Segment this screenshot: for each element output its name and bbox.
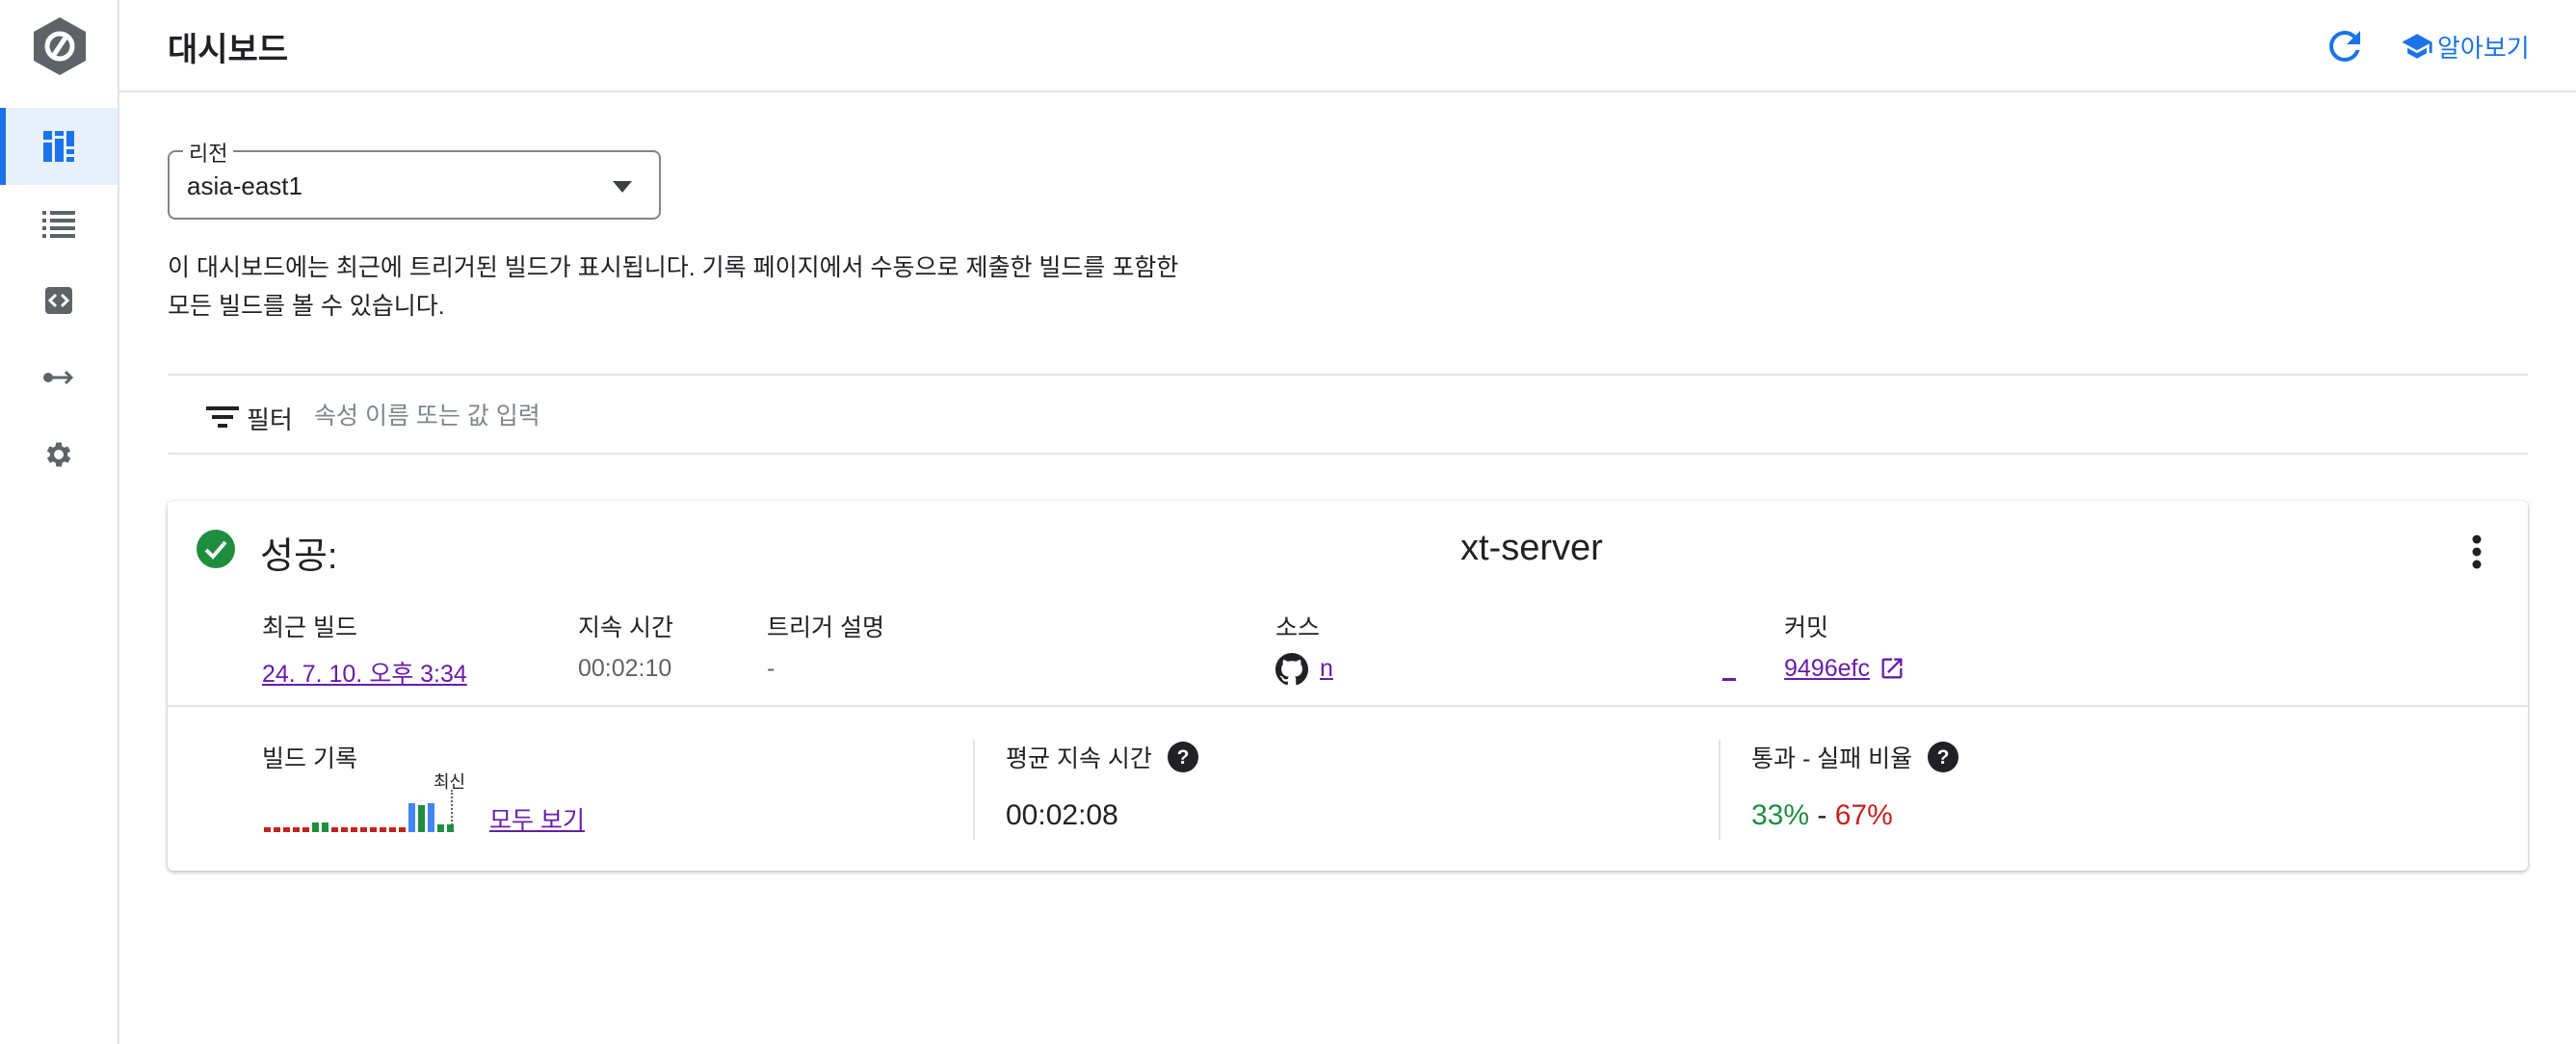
pass-fail-label: 통과 - 실패 비율 <box>1751 745 1913 772</box>
graduation-cap-icon <box>2402 34 2432 59</box>
page-title: 대시보드 <box>168 32 289 68</box>
history-bar-fail[interactable] <box>389 827 396 832</box>
history-bar-fail[interactable] <box>264 827 271 832</box>
history-bar-fail[interactable] <box>380 827 386 832</box>
commit-header: 커밋 <box>1784 614 1829 641</box>
triggers-icon <box>45 287 72 314</box>
cloud-build-logo-icon[interactable] <box>31 15 89 77</box>
open-in-new-icon[interactable] <box>1879 655 1906 682</box>
history-bar-success[interactable] <box>418 805 425 832</box>
settings-icon <box>46 442 71 467</box>
duration-header: 지속 시간 <box>578 614 673 641</box>
avg-duration-label: 평균 지속 시간 <box>1006 745 1152 772</box>
avg-duration-value: 00:02:08 <box>1006 799 1118 831</box>
repositories-icon <box>43 370 74 385</box>
more-options-button[interactable] <box>2455 530 2499 574</box>
trigger-description-header: 트리거 설명 <box>767 614 884 641</box>
refresh-icon <box>2328 30 2360 62</box>
nav-history[interactable] <box>0 185 118 262</box>
svg-text:?: ? <box>1176 746 1189 769</box>
learn-label: 알아보기 <box>2437 33 2530 63</box>
nav-repositories[interactable] <box>0 339 118 416</box>
source-repo-link[interactable]: n <box>1320 655 1333 683</box>
card-divider <box>168 705 2528 707</box>
history-bar-fail[interactable] <box>293 827 300 832</box>
duration-value: 00:02:10 <box>578 655 672 682</box>
region-select[interactable]: 리전 asia-east1 <box>168 137 661 220</box>
refresh-button[interactable] <box>2322 23 2368 69</box>
history-bar-success[interactable] <box>322 822 329 832</box>
stats-divider-1 <box>973 740 975 840</box>
filter-bar: 필터 <box>168 374 2528 455</box>
filter-input[interactable] <box>314 395 892 437</box>
region-value: asia-east1 <box>187 171 302 200</box>
history-bar-running[interactable] <box>428 803 434 832</box>
filter-label: 필터 <box>247 405 293 434</box>
pass-fail-ratio: 33% - 67% <box>1751 799 1893 832</box>
build-history-sparkline[interactable] <box>262 790 464 832</box>
history-bar-fail[interactable] <box>370 827 377 832</box>
fail-percent: 67% <box>1834 799 1893 831</box>
stats-divider-2 <box>1719 740 1721 840</box>
latest-build-header: 최근 빌드 <box>262 614 357 641</box>
source-branch-link[interactable]: _ <box>1722 655 1736 683</box>
success-check-icon <box>197 530 235 568</box>
history-bar-fail[interactable] <box>283 827 290 832</box>
history-bar-fail[interactable] <box>399 827 406 832</box>
avg-duration-header: 평균 지속 시간 ? <box>1006 740 1198 774</box>
nav-dashboard[interactable] <box>0 108 118 185</box>
latest-build-link[interactable]: 24. 7. 10. 오후 3:34 <box>262 655 467 690</box>
dashboard-icon <box>43 131 74 162</box>
history-list-icon <box>42 211 75 238</box>
history-bar-success[interactable] <box>447 824 454 832</box>
history-bar-success[interactable] <box>312 822 319 832</box>
trigger-card: 성공: xt-server 최근 빌드 24. 7. 10. 오후 3:34 지… <box>168 501 2528 871</box>
side-nav <box>0 0 119 1044</box>
nav-triggers[interactable] <box>0 262 118 339</box>
build-status: 성공: <box>260 536 338 577</box>
history-bar-fail[interactable] <box>331 827 338 832</box>
chevron-down-icon <box>613 181 632 193</box>
history-bar-fail[interactable] <box>302 827 309 832</box>
page-header: 대시보드 알아보기 <box>119 0 2576 92</box>
description-line-1: 이 대시보드에는 최근에 트리거된 빌드가 표시됩니다. 기록 페이지에서 수동… <box>168 254 1179 281</box>
dashboard-description: 이 대시보드에는 최근에 트리거된 빌드가 표시됩니다. 기록 페이지에서 수동… <box>168 248 1227 326</box>
filter-icon <box>206 406 239 428</box>
trigger-description-value: - <box>767 655 775 682</box>
svg-text:?: ? <box>1937 746 1950 769</box>
ratio-separator: - <box>1809 799 1835 831</box>
github-icon <box>1275 653 1308 686</box>
learn-button[interactable]: 알아보기 <box>2401 25 2530 67</box>
history-bar-fail[interactable] <box>274 827 280 832</box>
commit-link[interactable]: 9496efc <box>1784 655 1870 683</box>
pass-fail-header: 통과 - 실패 비율 ? <box>1751 740 1959 774</box>
build-history-header: 빌드 기록 <box>262 740 357 774</box>
trigger-name: xt-server <box>1460 528 1603 568</box>
history-bar-fail[interactable] <box>341 827 348 832</box>
help-icon[interactable]: ? <box>1928 742 1959 772</box>
history-bar-fail[interactable] <box>351 827 357 832</box>
help-icon[interactable]: ? <box>1167 742 1198 772</box>
nav-settings[interactable] <box>0 416 118 493</box>
history-bar-running[interactable] <box>408 803 415 832</box>
source-header: 소스 <box>1275 614 1321 641</box>
build-history-label: 빌드 기록 <box>262 745 357 772</box>
history-bar-fail[interactable] <box>360 827 367 832</box>
view-all-link[interactable]: 모두 보기 <box>489 801 585 836</box>
region-label: 리전 <box>183 137 234 168</box>
history-bar-success[interactable] <box>437 824 444 832</box>
pass-percent: 33% <box>1751 799 1810 831</box>
description-line-2: 모든 빌드를 볼 수 있습니다. <box>168 293 445 320</box>
more-vert-icon <box>2472 535 2482 569</box>
